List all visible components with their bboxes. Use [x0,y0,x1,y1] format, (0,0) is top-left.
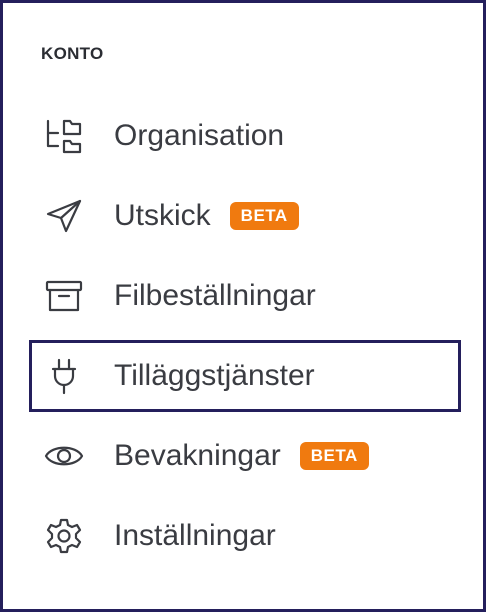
menu-item-label: Organisation [114,119,285,152]
eye-icon [43,435,85,477]
menu-item-label: Filbeställningar [114,279,316,312]
menu-item-installningar[interactable]: Inställningar [29,500,461,572]
paper-plane-icon [43,195,85,237]
beta-badge: BETA [229,202,299,230]
menu-item-organisation[interactable]: Organisation [29,100,461,172]
account-menu-panel: KONTO Organisation Utskick BETA Filbestä… [0,0,486,612]
archive-box-icon [43,275,85,317]
menu-item-utskick[interactable]: Utskick BETA [29,180,461,252]
menu-item-label: Utskick BETA [114,199,299,233]
section-title: KONTO [41,44,104,63]
menu-item-label: Tilläggstjänster [114,359,315,392]
menu-item-label: Inställningar [114,519,276,552]
menu-item-label: Bevakningar BETA [114,439,369,473]
gear-icon [43,515,85,557]
plug-icon [43,355,85,397]
folder-tree-icon [43,115,85,157]
menu-item-filbestallningar[interactable]: Filbeställningar [29,260,461,332]
menu-item-tillaggstjanster[interactable]: Tilläggstjänster [29,340,461,412]
beta-badge: BETA [299,442,369,470]
menu-item-bevakningar[interactable]: Bevakningar BETA [29,420,461,492]
